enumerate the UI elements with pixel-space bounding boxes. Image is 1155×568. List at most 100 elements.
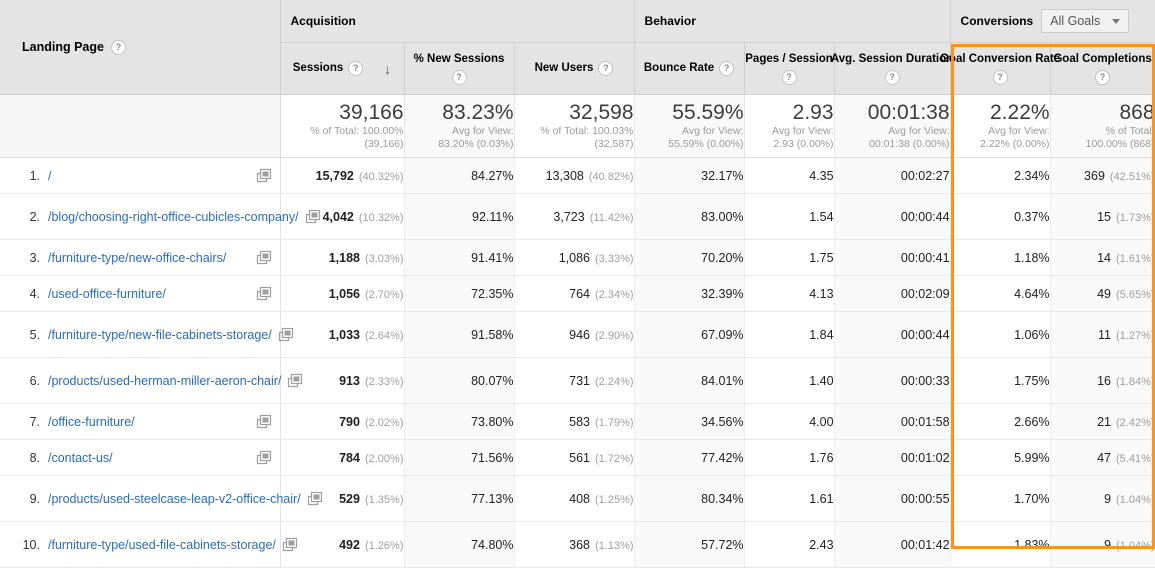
bounce-rate-help-icon[interactable]: ?: [719, 61, 735, 76]
sessions-percent: (2.02%): [364, 416, 404, 429]
open-in-new-window-icon[interactable]: [256, 168, 272, 184]
landing-page-link[interactable]: /used-office-furniture/: [48, 286, 250, 302]
avg-duration-value: 00:00:55: [900, 491, 950, 506]
cell-avg-session-duration: 00:02:09: [834, 275, 951, 312]
cell-pages-per-session: 1.61: [744, 475, 835, 522]
bounce-rate-value: 34.56%: [701, 414, 744, 429]
column-header-goal-conversion-rate[interactable]: Goal Conversion Rate ?: [940, 42, 1060, 95]
dimension-help-icon[interactable]: ?: [110, 39, 126, 55]
cell-pages-per-session: 1.40: [744, 357, 835, 404]
goal-completions-value: 369: [1084, 168, 1105, 183]
cell-avg-session-duration: 00:01:42: [834, 521, 951, 568]
landing-page-link[interactable]: /products/used-herman-miller-aeron-chair…: [48, 373, 281, 389]
column-header-bounce-rate[interactable]: Bounce Rate ?: [634, 42, 745, 95]
cell-new-sessions-pct: 92.11%: [404, 193, 515, 240]
landing-page-link[interactable]: /: [48, 168, 250, 184]
open-in-new-window-icon[interactable]: [305, 209, 321, 225]
column-header-goal-completions[interactable]: Goal Completions ?: [1050, 42, 1155, 95]
new-sessions-value: 80.07%: [471, 373, 514, 388]
summary-value: 83.23%: [442, 101, 514, 124]
new-users-value: 583: [569, 414, 590, 429]
goal-rate-value: 1.18%: [1014, 250, 1050, 265]
new-users-percent: (3.33%): [595, 252, 634, 265]
avg-duration-value: 00:01:58: [900, 414, 950, 429]
sessions-percent: (2.70%): [364, 288, 404, 301]
column-header-new-sessions-pct[interactable]: % New Sessions ?: [404, 42, 515, 95]
cell-new-users: 1,086 (3.33%): [514, 239, 635, 276]
goal-completions-percent: (1.73%): [1116, 211, 1155, 224]
summary-row: 39,166 % of Total: 100.00% (39,166) 83.2…: [0, 94, 1155, 158]
table-row: 7. /office-furniture/790 (2.02%) 73.80% 583 (…: [0, 403, 1155, 440]
goal-completions-help-icon[interactable]: ?: [1095, 70, 1111, 85]
cell-new-users: 368 (1.13%): [514, 521, 635, 568]
open-in-new-window-icon[interactable]: [278, 327, 294, 343]
landing-page-link[interactable]: /furniture-type/used-file-cabinets-stora…: [48, 537, 276, 553]
landing-page-link[interactable]: /office-furniture/: [48, 414, 250, 430]
open-in-new-window-icon[interactable]: [256, 414, 272, 430]
cell-goal-conversion-rate: 1.06%: [950, 311, 1051, 358]
cell-goal-completions: 49 (5.65%): [1050, 275, 1155, 312]
summary-goal-completions: 868 % of Total: 100.00% (868): [1050, 94, 1155, 158]
sessions-value: 1,033: [328, 327, 360, 342]
pages-session-help-icon[interactable]: ?: [781, 70, 797, 85]
sessions-help-icon[interactable]: ?: [348, 61, 364, 76]
pages-session-value: 4.00: [809, 414, 834, 429]
sessions-percent: (2.00%): [364, 452, 404, 465]
cell-sessions: 1,188 (3.03%): [280, 239, 405, 276]
open-in-new-window-icon[interactable]: [256, 286, 272, 302]
bounce-rate-value: 32.39%: [701, 286, 744, 301]
cell-sessions: 784 (2.00%): [280, 439, 405, 476]
landing-page-link[interactable]: /contact-us/: [48, 450, 250, 466]
row-index: 9.: [29, 491, 40, 506]
column-header-label: Pages / Session: [745, 53, 833, 65]
cell-new-sessions-pct: 72.35%: [404, 275, 515, 312]
column-header-pages-per-session[interactable]: Pages / Session ?: [744, 42, 835, 95]
bounce-rate-value: 67.09%: [701, 327, 744, 342]
new-users-value: 408: [569, 491, 590, 506]
row-index: 7.: [29, 414, 40, 429]
summary-sub2: 2.93 (0.00%): [773, 138, 834, 150]
new-sessions-help-icon[interactable]: ?: [451, 70, 467, 85]
open-in-new-window-icon[interactable]: [307, 491, 323, 507]
cell-goal-completions: 15 (1.73%): [1050, 193, 1155, 240]
new-users-help-icon[interactable]: ?: [598, 61, 614, 76]
open-in-new-window-icon[interactable]: [282, 537, 298, 553]
bounce-rate-value: 77.42%: [701, 450, 744, 465]
cell-avg-session-duration: 00:00:33: [834, 357, 951, 404]
goal-completions-value: 49: [1097, 286, 1112, 301]
goal-completions-value: 11: [1098, 327, 1112, 342]
column-header-new-users[interactable]: New Users ?: [514, 42, 635, 95]
column-header-avg-session-duration[interactable]: Avg. Session Duration ?: [831, 42, 953, 95]
new-users-percent: (1.79%): [595, 416, 634, 429]
goal-selector-dropdown[interactable]: All Goals: [1041, 9, 1130, 33]
landing-page-link[interactable]: /products/used-steelcase-leap-v2-office-…: [48, 491, 301, 507]
cell-new-sessions-pct: 73.80%: [404, 403, 515, 440]
goal-rate-help-icon[interactable]: ?: [992, 70, 1008, 85]
landing-page-link[interactable]: /furniture-type/new-office-chairs/: [48, 250, 250, 266]
landing-page-link[interactable]: /furniture-type/new-file-cabinets-storag…: [48, 327, 272, 343]
pages-session-value: 1.84: [809, 327, 834, 342]
cell-new-users: 583 (1.79%): [514, 403, 635, 440]
goal-completions-value: 16: [1097, 373, 1112, 388]
landing-page-link[interactable]: /blog/choosing-right-office-cubicles-com…: [48, 209, 299, 225]
bounce-rate-value: 32.17%: [701, 168, 744, 183]
avg-duration-value: 00:01:42: [900, 537, 950, 552]
cell-goal-conversion-rate: 2.34%: [950, 157, 1051, 194]
column-header-sessions[interactable]: Sessions ? ↓: [280, 42, 405, 95]
cell-new-sessions-pct: 80.07%: [404, 357, 515, 404]
new-sessions-value: 72.35%: [471, 286, 514, 301]
goal-completions-value: 14: [1097, 250, 1112, 265]
summary-sub1: % of Total:: [1105, 125, 1155, 137]
goal-completions-value: 9: [1104, 537, 1112, 552]
open-in-new-window-icon[interactable]: [256, 450, 272, 466]
cell-new-users: 946 (2.90%): [514, 311, 635, 358]
goal-completions-percent: (1.04%): [1116, 493, 1155, 506]
cell-new-users: 731 (2.24%): [514, 357, 635, 404]
open-in-new-window-icon[interactable]: [256, 250, 272, 266]
sort-descending-icon[interactable]: ↓: [384, 62, 391, 76]
open-in-new-window-icon[interactable]: [287, 373, 303, 389]
avg-duration-help-icon[interactable]: ?: [884, 70, 900, 85]
cell-pages-per-session: 4.00: [744, 403, 835, 440]
bounce-rate-value: 84.01%: [701, 373, 744, 388]
group-header-behavior: Behavior: [634, 0, 951, 43]
